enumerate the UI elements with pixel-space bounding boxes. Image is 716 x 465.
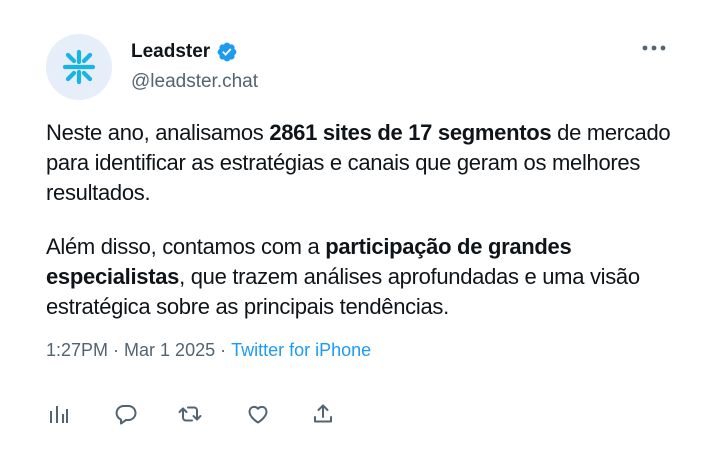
share-button[interactable]	[309, 400, 337, 428]
tweet-meta: 1:27PM · Mar 1 2025 · Twitter for iPhone	[46, 340, 371, 361]
author-handle[interactable]: @leadster.chat	[131, 71, 258, 93]
tweet-paragraph-2: Além disso, contamos com a participação …	[46, 234, 640, 319]
tweet-text: Neste ano, analisamos 2861 sites de 17 s…	[46, 118, 686, 322]
analytics-button[interactable]	[44, 400, 72, 428]
more-horizontal-icon	[642, 45, 666, 51]
retweet-button[interactable]	[176, 400, 204, 428]
leadster-logo-icon	[62, 49, 96, 85]
like-button[interactable]	[244, 400, 272, 428]
like-icon	[248, 405, 268, 424]
reply-button[interactable]	[112, 400, 140, 428]
analytics-icon	[50, 406, 68, 423]
meta-separator: ·	[113, 340, 120, 360]
tweet-date[interactable]: Mar 1 2025	[124, 340, 215, 361]
author-name-row: Leadster	[131, 41, 238, 63]
action-bar	[46, 400, 346, 428]
tweet-source[interactable]: Twitter for iPhone	[231, 340, 371, 361]
verified-badge-icon	[216, 41, 238, 63]
reply-icon	[115, 405, 137, 425]
author-display-name[interactable]: Leadster	[131, 41, 210, 63]
tweet-paragraph-1: Neste ano, analisamos 2861 sites de 17 s…	[46, 120, 671, 205]
more-options-button[interactable]	[640, 38, 668, 58]
meta-separator: ·	[220, 340, 227, 360]
share-icon	[314, 404, 332, 423]
retweet-icon	[178, 406, 202, 422]
tweet-time[interactable]: 1:27PM	[46, 340, 108, 361]
avatar[interactable]	[46, 34, 112, 100]
